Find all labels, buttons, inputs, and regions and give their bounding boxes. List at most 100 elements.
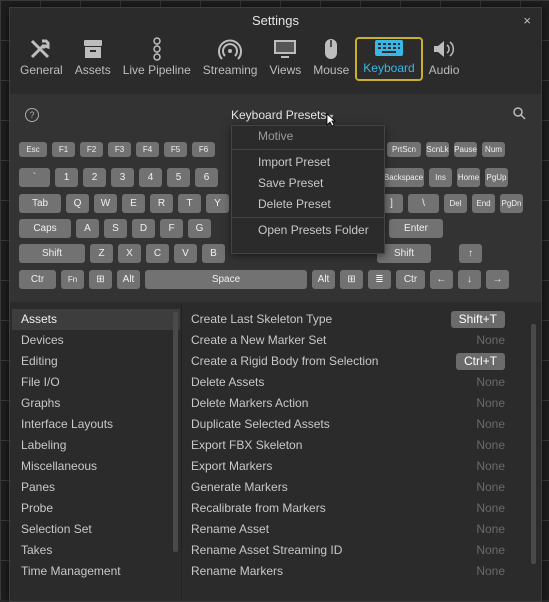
key[interactable]: R	[150, 194, 173, 213]
search-icon[interactable]	[512, 106, 526, 125]
tab-streaming[interactable]: Streaming	[197, 37, 264, 81]
action-row[interactable]: Recalibrate from Markers None	[182, 498, 522, 519]
key[interactable]: S	[104, 219, 127, 238]
menu-icon[interactable]: ≣	[368, 270, 391, 289]
action-row[interactable]: Rename Asset Streaming ID None	[182, 540, 522, 561]
key[interactable]: →	[486, 270, 509, 289]
key[interactable]: ↓	[458, 270, 481, 289]
key[interactable]: ←	[430, 270, 453, 289]
category-item[interactable]: Panes	[12, 477, 180, 498]
key[interactable]: Shift	[377, 244, 431, 263]
key[interactable]: 5	[167, 168, 190, 187]
key[interactable]: Ins	[429, 168, 452, 187]
key[interactable]: A	[76, 219, 99, 238]
category-item[interactable]: Selection Set	[12, 519, 180, 540]
category-item[interactable]: Miscellaneous	[12, 456, 180, 477]
key[interactable]: F3	[108, 142, 131, 157]
key[interactable]: Z	[90, 244, 113, 263]
key[interactable]: `	[19, 168, 50, 187]
shortcut-badge[interactable]: None	[476, 521, 505, 538]
key[interactable]: X	[118, 244, 141, 263]
key[interactable]: F1	[52, 142, 75, 157]
category-item[interactable]: Takes	[12, 540, 180, 561]
key[interactable]: 6	[195, 168, 218, 187]
windows-icon[interactable]: ⊞	[89, 270, 112, 289]
key[interactable]: Ctr	[19, 270, 56, 289]
key[interactable]: Shift	[19, 244, 85, 263]
key[interactable]: V	[174, 244, 197, 263]
tab-views[interactable]: Views	[263, 37, 307, 81]
action-row[interactable]: Rename Asset None	[182, 519, 522, 540]
key[interactable]: ScnLk	[426, 142, 449, 157]
tab-mouse[interactable]: Mouse	[307, 37, 355, 81]
category-item[interactable]: Assets	[12, 309, 180, 330]
category-item[interactable]: Devices	[12, 330, 180, 351]
action-row[interactable]: Duplicate Selected Assets None	[182, 414, 522, 435]
shortcut-badge[interactable]: None	[476, 458, 505, 475]
menu-item-save-preset[interactable]: Save Preset	[232, 173, 384, 194]
category-item[interactable]: Graphs	[12, 393, 180, 414]
category-item[interactable]: Interface Layouts	[12, 414, 180, 435]
shortcut-badge[interactable]: Shift+T	[450, 311, 505, 328]
key[interactable]: F4	[136, 142, 159, 157]
key[interactable]: T	[178, 194, 201, 213]
menu-item-import-preset[interactable]: Import Preset	[232, 152, 384, 173]
shortcut-badge[interactable]: None	[476, 500, 505, 517]
key[interactable]: F6	[192, 142, 215, 157]
key[interactable]: Ctr	[396, 270, 425, 289]
key[interactable]: F	[160, 219, 183, 238]
key[interactable]: Y	[206, 194, 229, 213]
key[interactable]: 3	[111, 168, 134, 187]
shortcut-badge[interactable]: None	[476, 542, 505, 559]
key[interactable]: Enter	[389, 219, 443, 238]
key[interactable]: Del	[444, 194, 467, 213]
key[interactable]: Backspace	[383, 168, 424, 187]
key[interactable]: End	[472, 194, 495, 213]
key[interactable]: Esc	[19, 142, 47, 157]
action-row[interactable]: Create Last Skeleton Type Shift+T	[182, 309, 522, 330]
key[interactable]: Num	[482, 142, 505, 157]
key[interactable]: E	[122, 194, 145, 213]
action-row[interactable]: Create a Rigid Body from Selection Ctrl+T	[182, 351, 522, 372]
category-item[interactable]: Labeling	[12, 435, 180, 456]
key[interactable]: Q	[66, 194, 89, 213]
action-row[interactable]: Export FBX Skeleton None	[182, 435, 522, 456]
key[interactable]: B	[202, 244, 225, 263]
category-item[interactable]: Probe	[12, 498, 180, 519]
key[interactable]: F2	[80, 142, 103, 157]
windows-icon[interactable]: ⊞	[340, 270, 363, 289]
key[interactable]: Pause	[454, 142, 477, 157]
action-row[interactable]: Export Markers None	[182, 456, 522, 477]
key[interactable]: Home	[457, 168, 480, 187]
key[interactable]: PgUp	[485, 168, 508, 187]
key[interactable]: PgDn	[500, 194, 523, 213]
key[interactable]: Caps	[19, 219, 71, 238]
close-icon[interactable]: ×	[523, 8, 531, 34]
key[interactable]: G	[188, 219, 211, 238]
key[interactable]: C	[146, 244, 169, 263]
key[interactable]: Fn	[61, 270, 84, 289]
shortcut-badge[interactable]: None	[476, 479, 505, 496]
keyboard-presets-dropdown[interactable]: Keyboard Presets ▾	[231, 108, 333, 122]
key[interactable]: W	[94, 194, 117, 213]
shortcut-badge[interactable]: None	[476, 563, 505, 580]
action-row[interactable]: Delete Markers Action None	[182, 393, 522, 414]
action-row[interactable]: Generate Markers None	[182, 477, 522, 498]
key[interactable]: Space	[145, 270, 307, 289]
category-item[interactable]: Time Management	[12, 561, 180, 582]
key[interactable]: Alt	[312, 270, 335, 289]
key[interactable]: Alt	[117, 270, 140, 289]
tab-assets[interactable]: Assets	[69, 37, 117, 81]
tab-audio[interactable]: Audio	[423, 37, 466, 81]
tab-general[interactable]: General	[14, 37, 69, 81]
key[interactable]: PrtScn	[387, 142, 421, 157]
category-item[interactable]: Editing	[12, 351, 180, 372]
category-item[interactable]: File I/O	[12, 372, 180, 393]
key[interactable]: Tab	[19, 194, 61, 213]
key[interactable]: ↑	[459, 244, 482, 263]
menu-item-open-presets-folder[interactable]: Open Presets Folder	[232, 220, 384, 241]
key[interactable]: 4	[139, 168, 162, 187]
key[interactable]: 2	[83, 168, 106, 187]
key[interactable]: 1	[55, 168, 78, 187]
shortcut-badge[interactable]: None	[476, 437, 505, 454]
